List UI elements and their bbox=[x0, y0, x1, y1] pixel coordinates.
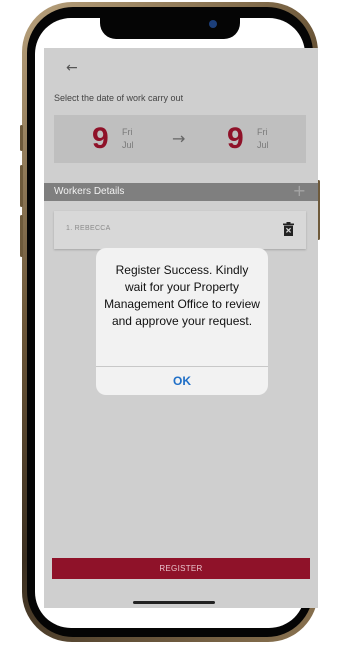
worker-name: 1. REBECCA bbox=[66, 225, 111, 232]
date-section-title: Select the date of work carry out bbox=[54, 93, 184, 103]
start-day[interactable]: 9 bbox=[92, 122, 109, 156]
trash-icon[interactable] bbox=[283, 222, 294, 241]
success-alert-dialog: Register Success. Kindly wait for your P… bbox=[96, 248, 268, 395]
plus-icon[interactable]: + bbox=[293, 181, 306, 200]
end-weekday: Fri bbox=[257, 127, 268, 137]
worker-list-item: 1. REBECCA bbox=[54, 211, 306, 249]
camera-icon bbox=[209, 20, 217, 28]
workers-title: Workers Details bbox=[54, 186, 125, 197]
mute-switch bbox=[20, 125, 23, 151]
alert-message: Register Success. Kindly wait for your P… bbox=[104, 263, 260, 328]
volume-down-button bbox=[20, 215, 23, 257]
right-arrow-icon: → bbox=[172, 129, 186, 148]
start-weekday: Fri bbox=[122, 127, 133, 137]
back-arrow-icon[interactable]: ← bbox=[66, 60, 78, 76]
date-range-picker[interactable]: 9 Fri Jul → 9 Fri Jul bbox=[54, 115, 306, 163]
alert-divider bbox=[96, 366, 268, 367]
app-screen: ← Select the date of work carry out 9 Fr… bbox=[44, 48, 318, 608]
end-month: Jul bbox=[257, 140, 269, 150]
start-month: Jul bbox=[122, 140, 134, 150]
register-button[interactable]: REGISTER bbox=[52, 558, 310, 579]
phone-notch bbox=[100, 15, 240, 39]
alert-ok-button[interactable]: OK bbox=[96, 368, 268, 394]
volume-up-button bbox=[20, 165, 23, 207]
end-day[interactable]: 9 bbox=[227, 122, 244, 156]
home-indicator[interactable] bbox=[133, 601, 215, 604]
workers-header: Workers Details + bbox=[44, 181, 318, 201]
